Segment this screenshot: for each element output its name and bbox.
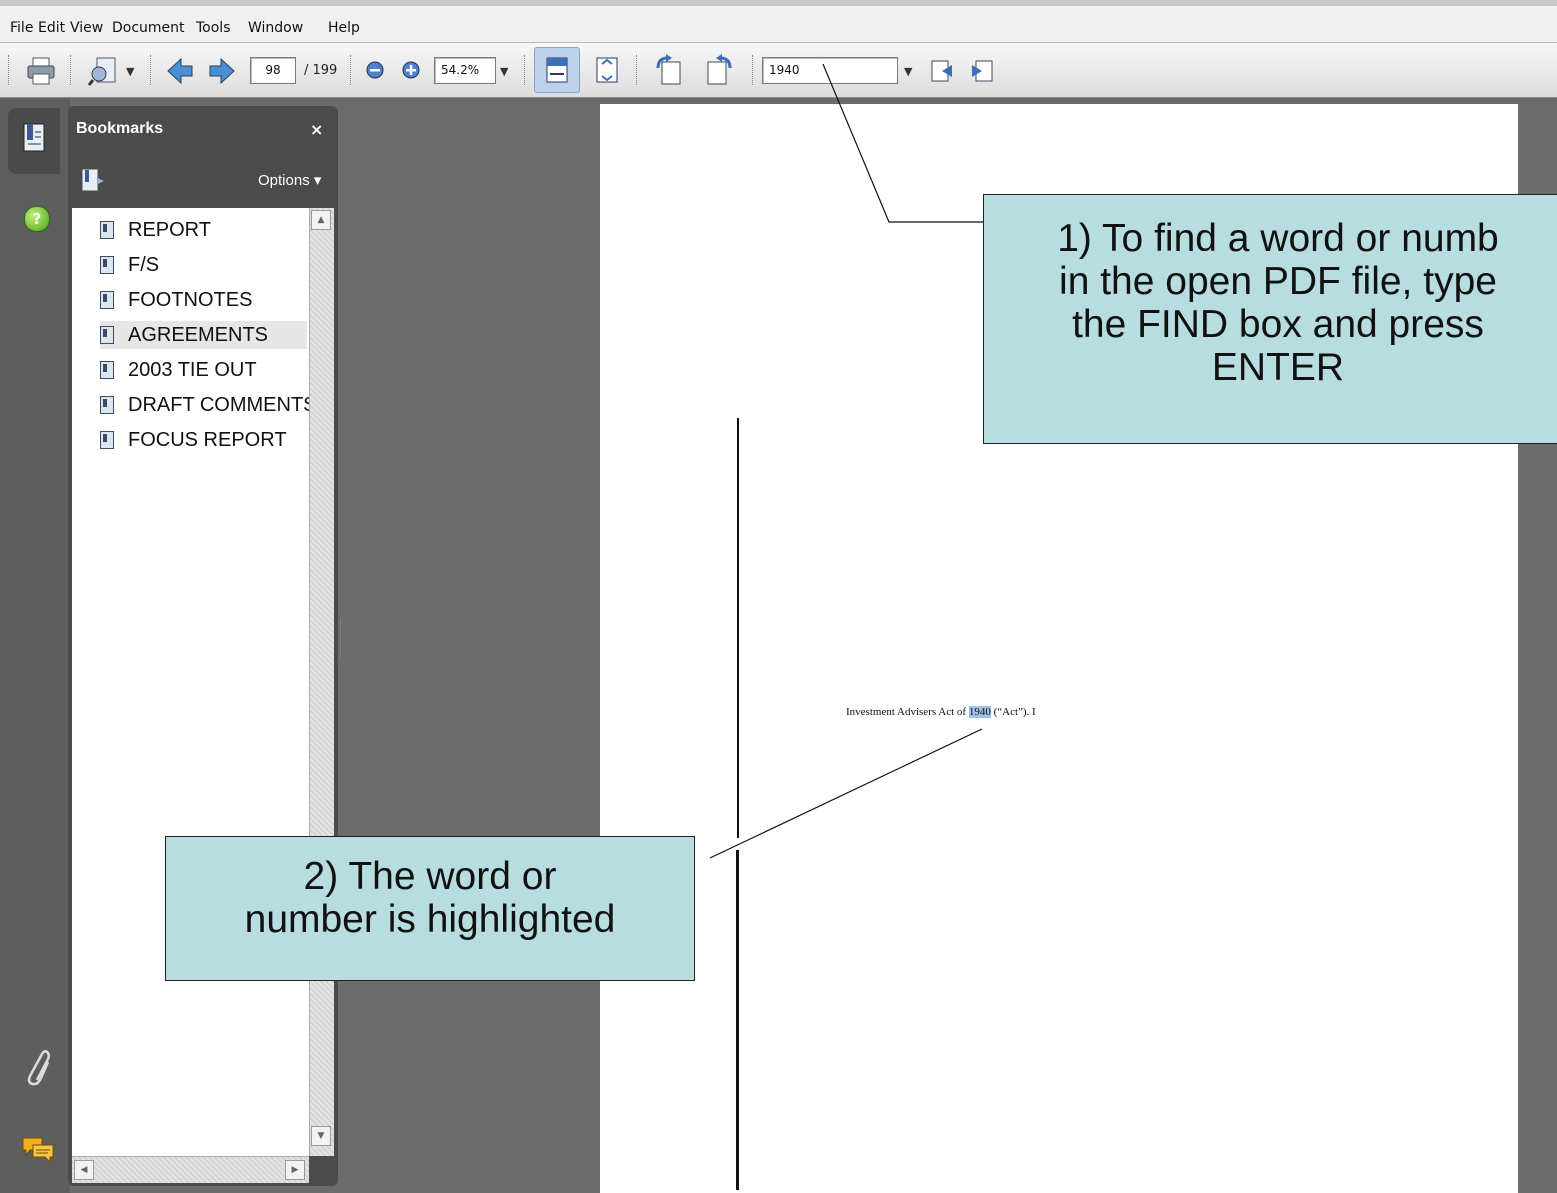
callout-2-leader	[709, 728, 983, 859]
callout-line: number is highlighted	[244, 898, 616, 941]
callout-highlight-explanation: 2) The word or number is highlighted	[165, 836, 695, 981]
callout-line: 2) The word or	[303, 855, 557, 898]
callout-line: the FIND box and press	[1072, 303, 1484, 346]
callout-leader-lines	[709, 63, 983, 859]
callout-find-instructions: 1) To find a word or numb in the open PD…	[983, 194, 1557, 444]
callout-1-leader	[822, 63, 983, 223]
callout-line: ENTER	[1211, 346, 1345, 389]
callout-line: in the open PDF file, type	[1059, 260, 1497, 303]
callout-line: 1) To find a word or numb	[1057, 217, 1499, 260]
